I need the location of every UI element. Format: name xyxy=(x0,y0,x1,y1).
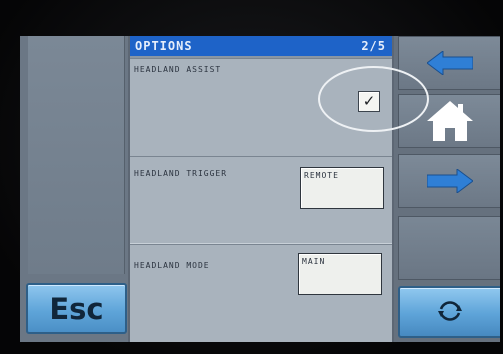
next-button[interactable] xyxy=(398,154,500,208)
headland-mode-field[interactable]: MAIN xyxy=(298,253,382,295)
right-arrow-icon xyxy=(427,169,473,193)
cycle-icon xyxy=(438,301,462,321)
option-label: HEADLAND MODE xyxy=(134,261,210,270)
headland-trigger-field[interactable]: REMOTE xyxy=(300,167,384,209)
headland-mode-value: MAIN xyxy=(302,257,326,266)
highlight-circle xyxy=(318,66,429,132)
headland-trigger-value: REMOTE xyxy=(304,171,339,180)
cycle-button[interactable] xyxy=(398,286,500,338)
option-label: HEADLAND TRIGGER xyxy=(134,169,228,178)
page-title: OPTIONS xyxy=(135,39,193,53)
option-row-headland-trigger: HEADLAND TRIGGER REMOTE xyxy=(130,156,392,244)
left-arrow-icon xyxy=(427,51,473,75)
page-indicator: 2/5 xyxy=(361,39,386,53)
esc-button[interactable]: Esc xyxy=(26,283,127,334)
page-header: OPTIONS 2/5 xyxy=(130,36,392,56)
home-icon xyxy=(427,101,473,141)
left-column: Esc xyxy=(20,36,128,342)
blank-softkey[interactable] xyxy=(398,216,500,280)
option-row-headland-mode: HEADLAND MODE MAIN xyxy=(130,244,392,342)
left-panel xyxy=(28,36,125,274)
option-label: HEADLAND ASSIST xyxy=(134,65,222,74)
terminal-screen: Esc OPTIONS 2/5 HEADLAND ASSIST ✓ HEADLA… xyxy=(20,36,500,342)
esc-button-label: Esc xyxy=(49,291,104,326)
